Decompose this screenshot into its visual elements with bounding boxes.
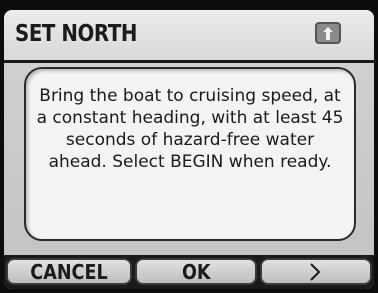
message-box: Bring the boat to cruising speed, at a c… bbox=[24, 67, 356, 241]
content-area: Bring the boat to cruising speed, at a c… bbox=[4, 63, 374, 255]
chevron-right-icon bbox=[310, 263, 321, 281]
next-button[interactable] bbox=[260, 258, 372, 285]
instruction-message: Bring the boat to cruising speed, at a c… bbox=[36, 86, 344, 172]
device-screen: SET NORTH Bring the boat to cruising spe… bbox=[0, 0, 378, 293]
cancel-button[interactable]: CANCEL bbox=[6, 258, 132, 285]
dialog-panel: SET NORTH Bring the boat to cruising spe… bbox=[4, 10, 374, 289]
title-bar: SET NORTH bbox=[4, 10, 374, 63]
cancel-label: CANCEL bbox=[30, 260, 108, 284]
ok-label: OK bbox=[181, 260, 211, 284]
page-title: SET NORTH bbox=[15, 21, 138, 47]
up-arrow-icon[interactable] bbox=[315, 22, 341, 44]
softkey-bar: CANCEL OK bbox=[4, 255, 374, 289]
ok-button[interactable]: OK bbox=[135, 258, 257, 285]
